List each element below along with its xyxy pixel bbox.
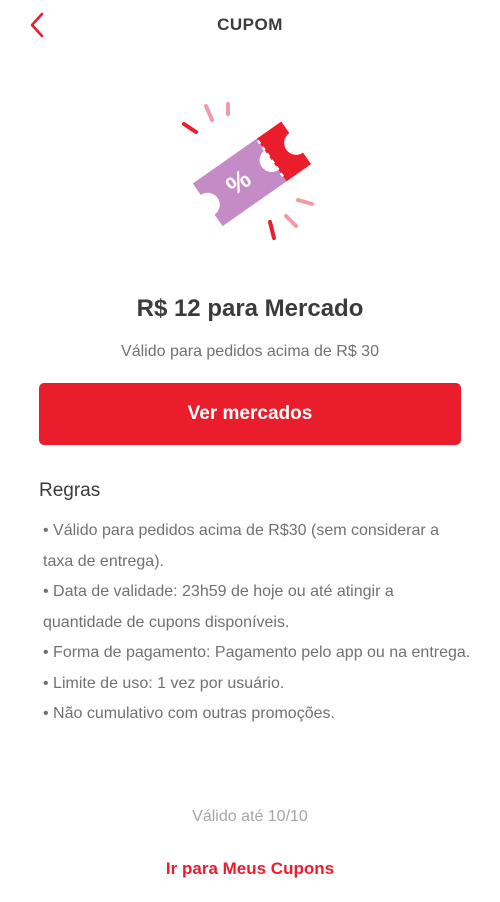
validity-date: Válido até 10/10 <box>192 808 308 825</box>
my-coupons-link[interactable]: Ir para Meus Cupons <box>0 859 500 879</box>
view-markets-button[interactable]: Ver mercados <box>39 383 461 445</box>
coupon-ticket-icon: % <box>182 102 314 240</box>
rules-list: Válido para pedidos acima de R$30 (sem c… <box>43 516 473 730</box>
rule-item: Limite de uso: 1 vez por usuário. <box>43 669 473 700</box>
rule-item: Data de validade: 23h59 de hoje ou até a… <box>43 577 473 638</box>
page-title: CUPOM <box>217 15 283 34</box>
rule-item: Válido para pedidos acima de R$30 (sem c… <box>43 516 473 577</box>
rule-item: Forma de pagamento: Pagamento pelo app o… <box>43 638 473 669</box>
top-bar: CUPOM <box>0 0 500 52</box>
rule-item: Não cumulativo com outras promoções. <box>43 699 473 730</box>
rules-heading: Regras <box>39 480 101 501</box>
coupon-subtitle: Válido para pedidos acima de R$ 30 <box>121 343 379 360</box>
coupon-illustration: % <box>170 92 340 252</box>
coupon-title: R$ 12 para Mercado <box>136 295 364 322</box>
